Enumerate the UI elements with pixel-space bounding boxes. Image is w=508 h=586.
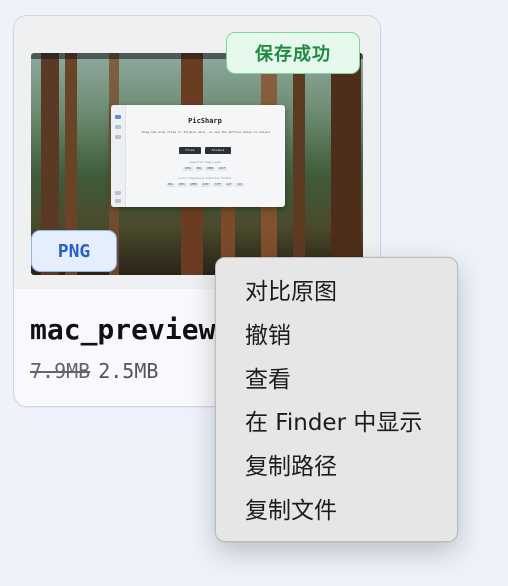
format-badge: PNG (31, 230, 117, 272)
format-chip: TIFF (212, 183, 223, 187)
original-size: 7.9MB (30, 359, 91, 383)
format-chip: JPEG (176, 183, 187, 187)
menu-item-undo[interactable]: 撤销 (245, 320, 291, 352)
file-name: mac_preview (30, 313, 216, 346)
type-chip: PNG (194, 167, 204, 171)
file-sizes: 7.9MB 2.5MB (30, 359, 158, 383)
files-button: Files (179, 147, 201, 154)
supported-label: Supported image types (189, 161, 221, 164)
compressed-size: 2.5MB (98, 359, 159, 383)
context-menu: 对比原图 撤销 查看 在 Finder 中显示 复制路径 复制文件 (215, 257, 458, 542)
app-window-screenshot: PicSharp Drag and drop files or folders … (111, 105, 285, 207)
menu-item-view[interactable]: 查看 (245, 364, 291, 396)
type-chip: AVIF (217, 167, 228, 171)
formats-label: Local Compression Supported Formats (178, 177, 232, 180)
app-subtitle: Drag and drop files or folders here, or … (141, 130, 271, 134)
format-chip: WEBP (188, 183, 199, 187)
folders-button: Folders (205, 147, 231, 154)
type-chip: JPEG (182, 167, 193, 171)
format-chip: GIF (224, 183, 234, 187)
thumbnail-area: PicSharp Drag and drop files or folders … (14, 16, 380, 289)
menu-item-compare-original[interactable]: 对比原图 (245, 276, 337, 308)
menu-item-show-in-finder[interactable]: 在 Finder 中显示 (245, 407, 422, 439)
app-title: PicSharp (188, 117, 222, 125)
format-chip: AVIF (200, 183, 211, 187)
menu-item-copy-path[interactable]: 复制路径 (245, 451, 337, 483)
type-chip: WEBP (205, 167, 216, 171)
app-sidebar (111, 105, 126, 207)
menu-item-copy-file[interactable]: 复制文件 (245, 495, 337, 527)
save-success-badge: 保存成功 (226, 32, 360, 74)
format-chip: PNG (166, 183, 175, 187)
format-chip: SVG (235, 183, 244, 187)
